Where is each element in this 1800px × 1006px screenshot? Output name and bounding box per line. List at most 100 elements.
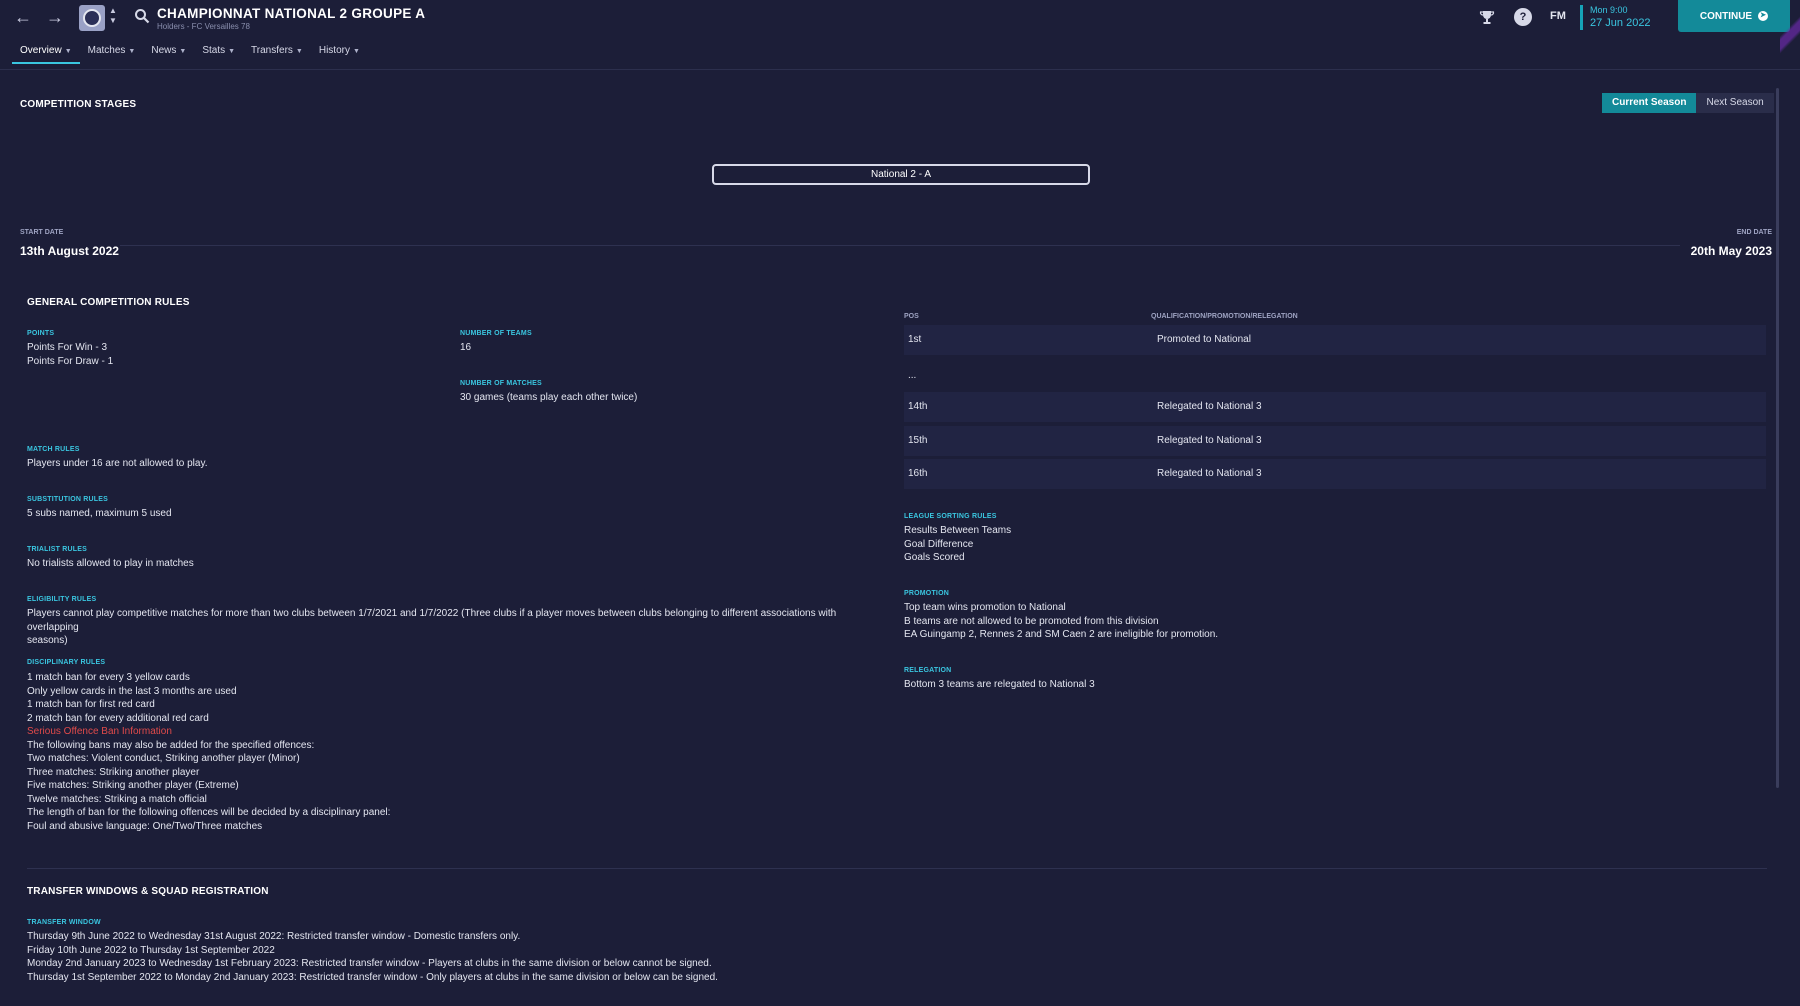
tab-label: Matches bbox=[87, 45, 126, 56]
substitution-rules-label: SUBSTITUTION RULES bbox=[27, 496, 108, 503]
decorative-stripe bbox=[1780, 0, 1800, 70]
sorting-line: Goal Difference bbox=[904, 538, 974, 550]
tab-overview[interactable]: Overview ▼ bbox=[12, 45, 80, 64]
teams-label: NUMBER OF TEAMS bbox=[460, 330, 532, 337]
fm-logo[interactable]: FM bbox=[1550, 10, 1566, 22]
chevron-down-icon: ▼ bbox=[228, 48, 236, 55]
arrow-right-icon[interactable]: → bbox=[44, 6, 66, 28]
table-row[interactable]: 15th Relegated to National 3 bbox=[904, 426, 1766, 456]
sorting-line: Results Between Teams bbox=[904, 525, 1012, 536]
tab-label: Stats bbox=[202, 45, 226, 56]
table-row[interactable]: 1st Promoted to National bbox=[904, 325, 1766, 355]
tab-label: History bbox=[318, 45, 350, 56]
arrow-left-icon[interactable]: ← bbox=[12, 6, 34, 28]
tab-label: Transfers bbox=[251, 45, 293, 56]
tab-label: News bbox=[151, 45, 177, 56]
next-season-button[interactable]: Next Season bbox=[1696, 93, 1774, 113]
tab-news[interactable]: News ▼ bbox=[143, 45, 194, 64]
teams-value: 16 bbox=[460, 342, 472, 353]
matches-value: 30 games (teams play each other twice) bbox=[460, 392, 638, 403]
trophy-icon[interactable] bbox=[1478, 8, 1496, 26]
tab-transfers[interactable]: Transfers ▼ bbox=[243, 45, 311, 64]
help-icon[interactable]: ? bbox=[1514, 8, 1532, 26]
table-row[interactable]: 16th Relegated to National 3 bbox=[904, 459, 1766, 489]
disciplinary-line: The following bans may also be added for… bbox=[27, 739, 315, 751]
promotion-line: EA Guingamp 2, Rennes 2 and SM Caen 2 ar… bbox=[904, 629, 1219, 640]
tab-history[interactable]: History ▼ bbox=[311, 45, 368, 64]
league-sorting-label: LEAGUE SORTING RULES bbox=[904, 513, 997, 520]
trialist-rules-value: No trialists allowed to play in matches bbox=[27, 558, 194, 569]
row-pos: 15th bbox=[908, 435, 928, 446]
transfer-window-line: Monday 2nd January 2023 to Wednesday 1st… bbox=[27, 958, 712, 969]
row-pos: 1st bbox=[908, 334, 922, 345]
tab-label: Overview bbox=[20, 45, 62, 56]
disciplinary-line: Only yellow cards in the last 3 months a… bbox=[27, 685, 237, 697]
top-bar: ← → ▲ ▼ CHAMPIONNAT NATIONAL 2 GROUPE A H… bbox=[0, 0, 1800, 70]
promotion-label: PROMOTION bbox=[904, 590, 949, 597]
transfer-window-line: Thursday 1st September 2022 to Monday 2n… bbox=[27, 971, 718, 983]
transfer-window-line: Friday 10th June 2022 to Thursday 1st Se… bbox=[27, 944, 275, 956]
disciplinary-line: The length of ban for the following offe… bbox=[27, 807, 391, 818]
row-qualification: Promoted to National bbox=[1157, 334, 1251, 345]
table-row: ... bbox=[904, 361, 1766, 391]
transfer-window-label: TRANSFER WINDOW bbox=[27, 919, 101, 926]
vertical-scrollbar[interactable] bbox=[1776, 88, 1779, 788]
points-line: Points For Draw - 1 bbox=[27, 355, 114, 367]
chevron-down-icon: ▼ bbox=[179, 48, 187, 55]
section-divider bbox=[27, 868, 1767, 869]
row-qualification: Relegated to National 3 bbox=[1157, 435, 1262, 446]
end-date-label: END DATE bbox=[1736, 229, 1772, 236]
stage-national-2-a[interactable]: National 2 - A bbox=[712, 164, 1090, 185]
row-qualification: Relegated to National 3 bbox=[1157, 468, 1262, 479]
disciplinary-line: Twelve matches: Striking a match officia… bbox=[27, 793, 207, 805]
holders-subtitle: Holders - FC Versailles 78 bbox=[157, 22, 250, 31]
competition-stages-title: COMPETITION STAGES bbox=[20, 99, 137, 110]
transfer-window-text: Thursday 9th June 2022 to Wednesday 31st… bbox=[27, 930, 718, 984]
points-text: Points For Win - 3 Points For Draw - 1 bbox=[27, 341, 113, 368]
page-title: CHAMPIONNAT NATIONAL 2 GROUPE A bbox=[157, 6, 426, 21]
disciplinary-rules-label: DISCIPLINARY RULES bbox=[27, 659, 106, 666]
relegation-value: Bottom 3 teams are relegated to National… bbox=[904, 679, 1095, 690]
transfer-windows-title: TRANSFER WINDOWS & SQUAD REGISTRATION bbox=[27, 886, 269, 897]
pos-column-header: POS bbox=[904, 313, 919, 320]
disciplinary-line: Five matches: Striking another player (E… bbox=[27, 780, 239, 791]
tab-stats[interactable]: Stats ▼ bbox=[194, 45, 243, 64]
continue-button[interactable]: CONTINUE ➤ bbox=[1678, 0, 1790, 32]
disciplinary-line: 1 match ban for every 3 yellow cards bbox=[27, 672, 190, 683]
promotion-line: Top team wins promotion to National bbox=[904, 602, 1066, 613]
continue-arrow-icon: ➤ bbox=[1758, 11, 1769, 21]
competition-switcher-icon[interactable]: ▲ ▼ bbox=[108, 6, 118, 26]
transfer-window-line: Thursday 9th June 2022 to Wednesday 31st… bbox=[27, 931, 521, 942]
trialist-rules-label: TRIALIST RULES bbox=[27, 546, 87, 553]
continue-label: CONTINUE bbox=[1699, 10, 1753, 22]
points-label: POINTS bbox=[27, 330, 55, 337]
eligibility-line: seasons) bbox=[27, 635, 68, 646]
game-date: 27 Jun 2022 bbox=[1590, 17, 1651, 29]
serious-offence-link[interactable]: Serious Offence Ban Information bbox=[27, 725, 390, 739]
current-season-button[interactable]: Current Season bbox=[1602, 93, 1697, 113]
chevron-down-icon: ▼ bbox=[64, 48, 72, 55]
disciplinary-line: Foul and abusive language: One/Two/Three… bbox=[27, 820, 263, 832]
competition-badge[interactable] bbox=[79, 5, 105, 31]
disciplinary-line: Two matches: Violent conduct, Striking a… bbox=[27, 753, 300, 764]
promotion-line: B teams are not allowed to be promoted f… bbox=[904, 615, 1159, 627]
search-icon[interactable] bbox=[134, 8, 150, 24]
matches-label: NUMBER OF MATCHES bbox=[460, 380, 542, 387]
row-qualification: Relegated to National 3 bbox=[1157, 401, 1262, 412]
points-line: Points For Win - 3 bbox=[27, 342, 108, 353]
season-toggle: Current Season Next Season bbox=[1602, 93, 1774, 113]
chevron-down-icon: ▼ bbox=[128, 48, 136, 55]
eligibility-rules-label: ELIGIBILITY RULES bbox=[27, 596, 97, 603]
season-timeline bbox=[120, 245, 1680, 246]
row-pos: ... bbox=[908, 370, 917, 381]
table-row[interactable]: 14th Relegated to National 3 bbox=[904, 392, 1766, 422]
row-pos: 16th bbox=[908, 468, 928, 479]
tab-matches[interactable]: Matches ▼ bbox=[80, 45, 144, 64]
row-pos: 14th bbox=[908, 401, 928, 412]
substitution-rules-value: 5 subs named, maximum 5 used bbox=[27, 508, 172, 519]
end-date-value: 20th May 2023 bbox=[1690, 244, 1772, 258]
competition-logo-icon bbox=[83, 9, 101, 27]
chevron-down-icon: ▼ bbox=[352, 48, 360, 55]
relegation-label: RELEGATION bbox=[904, 667, 952, 674]
chevron-down-icon: ▼ bbox=[295, 48, 303, 55]
